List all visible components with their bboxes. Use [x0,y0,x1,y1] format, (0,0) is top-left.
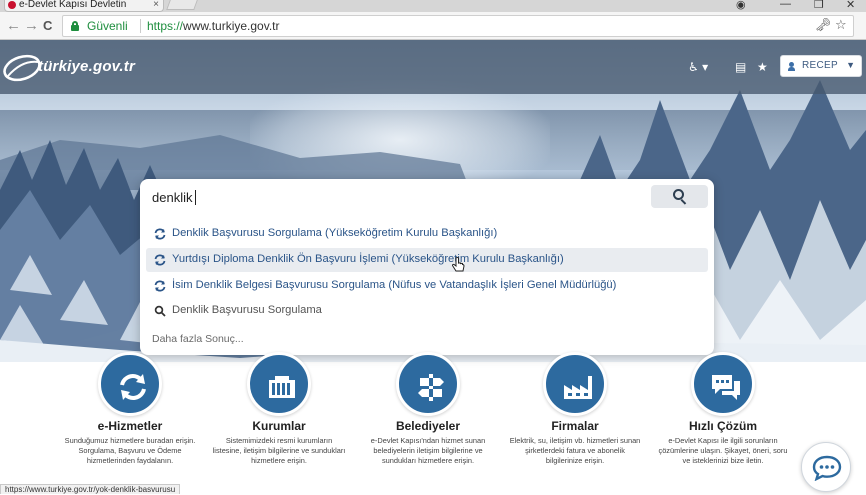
service-description: Sistemimizdeki resmi kurumların listesin… [212,436,346,465]
browser-tab-strip: e-Devlet Kapısı Devletin × ◉ — ❐ ✕ [0,0,866,12]
url-divider [140,19,141,33]
user-name: RECEP [802,60,838,71]
sync-arrows-icon [120,374,146,400]
forward-icon[interactable]: → [24,17,39,35]
restore-icon[interactable]: ❐ [814,0,824,11]
minimize-icon[interactable]: — [780,0,791,10]
suggestion-item-highlighted[interactable]: Yurtdışı Diploma Denklik Ön Başvuru İşle… [146,248,708,272]
service-icon-circle[interactable] [247,352,311,416]
signpost-icon [418,374,444,401]
service-description: e-Devlet Kapısı'ndan hizmet sunan beledi… [370,436,486,465]
factory-icon [564,376,592,399]
building-icon [269,376,295,398]
service-sync-icon [154,228,166,240]
user-icon [788,62,795,71]
service-icon-circle[interactable] [98,352,162,416]
key-icon[interactable]: 🗝 [815,17,832,33]
search-icon [673,189,688,205]
secure-label: Güvenli [87,19,128,33]
suggestion-item[interactable]: Denklik Başvurusu Sorgulama (Yükseköğret… [146,222,708,246]
live-chat-button[interactable] [801,442,851,492]
search-button[interactable] [651,185,708,208]
service-sync-icon [154,254,166,266]
text-cursor [195,190,196,205]
id-card-icon[interactable]: ▤ [735,60,746,74]
chat-icon [812,455,842,481]
url-text: https://www.turkiye.gov.tr [147,19,280,33]
site-favicon-icon [8,1,16,9]
service-icon-circle[interactable] [396,352,460,416]
address-bar[interactable]: Güvenli https://www.turkiye.gov.tr 🗝 ☆ [62,15,854,37]
new-tab-button[interactable] [166,0,198,10]
reload-icon[interactable]: C [43,17,52,35]
back-icon[interactable]: ← [6,17,21,35]
window-close-icon[interactable]: ✕ [846,0,855,11]
service-title: Firmalar [551,419,599,433]
suggestion-item[interactable]: Denklik Başvurusu Sorgulama [146,299,708,323]
service-sync-icon [154,280,166,292]
site-logo[interactable]: türkiye.gov.tr [38,58,135,75]
service-description: e-Devlet Kapısı ile ilgili sorunların çö… [658,436,788,465]
search-panel: Denklik Başvurusu Sorgulama (Yükseköğret… [140,179,714,355]
service-description: Sunduğumuz hizmetlere buradan erişin. So… [64,436,196,465]
bookmark-star-icon[interactable]: ☆ [835,17,847,33]
service-title: Hızlı Çözüm [689,419,757,433]
tab-title: e-Devlet Kapısı Devletin [19,0,127,10]
service-title: Belediyeler [395,419,461,433]
turkiye-logo-swoosh-icon[interactable] [2,50,42,84]
search-input[interactable] [152,186,632,208]
browser-tab[interactable]: e-Devlet Kapısı Devletin × [4,0,164,12]
service-title: Kurumlar [252,419,306,433]
tab-close-icon[interactable]: × [153,0,159,10]
chat-bubbles-icon [712,375,740,400]
suggestion-item[interactable]: İsim Denklik Belgesi Başvurusu Sorgulama… [146,274,708,298]
profile-icon[interactable]: ◉ [736,0,746,11]
service-title: e-Hizmetler [97,419,163,433]
user-menu-button[interactable]: RECEP ▼ [780,55,862,77]
more-results-link[interactable]: Daha fazla Sonuç... [152,333,244,345]
service-icon-circle[interactable] [543,352,607,416]
suggestion-label: Yurtdışı Diploma Denklik Ön Başvuru İşle… [172,253,564,265]
status-bar-url: https://www.turkiye.gov.tr/yok-denklik-b… [0,484,181,494]
accessibility-icon[interactable]: ♿ ▾ [688,60,708,74]
address-toolbar: ← → C Güvenli https://www.turkiye.gov.tr… [0,12,866,40]
search-icon [154,305,166,317]
suggestion-label: İsim Denklik Belgesi Başvurusu Sorgulama… [172,279,617,291]
suggestion-label: Denklik Başvurusu Sorgulama (Yükseköğret… [172,227,498,239]
favorites-star-icon[interactable]: ★ [757,60,768,74]
suggestion-label: Denklik Başvurusu Sorgulama [172,304,322,316]
service-description: Elektrik, su, iletişim vb. hizmetleri su… [509,436,641,465]
lock-icon [71,21,79,31]
caret-down-icon: ▼ [846,60,855,70]
service-icon-circle[interactable] [691,352,755,416]
hand-cursor-icon [451,257,465,272]
